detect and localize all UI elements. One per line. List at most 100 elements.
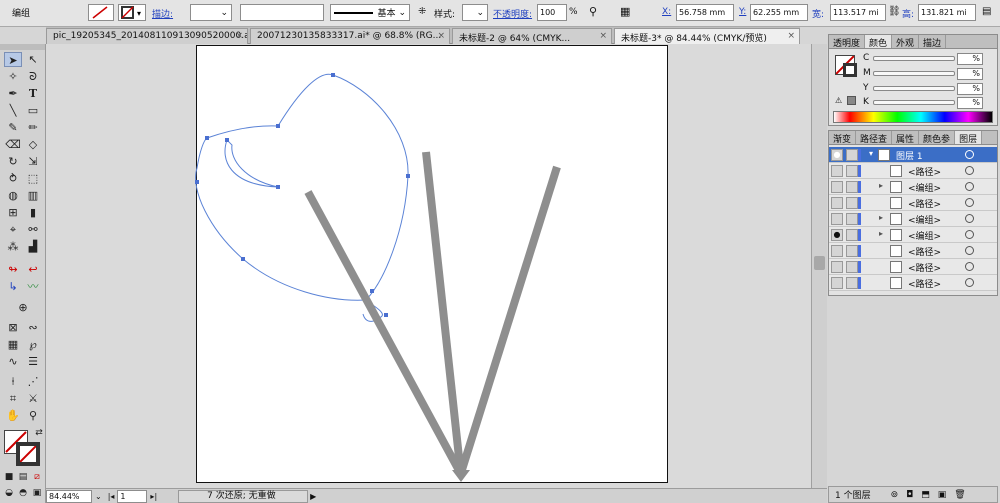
channel-y-slider[interactable] (873, 86, 955, 91)
layer-row[interactable]: <路径> (829, 275, 997, 291)
next-page-icon[interactable]: ▸| (150, 492, 157, 501)
tab-attributes[interactable]: 属性 (892, 131, 920, 145)
tab-appearance[interactable]: 外观 (892, 35, 920, 49)
first-page-icon[interactable]: |◂ (108, 492, 115, 501)
layer-thumbnail (890, 229, 902, 241)
lock-toggle-icon[interactable] (846, 229, 858, 241)
target-circle-icon[interactable] (965, 230, 974, 239)
target-circle-icon[interactable] (965, 182, 974, 191)
make-clipping-mask-icon[interactable]: ◘ (906, 490, 913, 500)
lock-toggle-icon[interactable] (846, 245, 858, 257)
tab-color-guide[interactable]: 颜色参 (919, 131, 956, 145)
visibility-eye-icon[interactable] (831, 245, 843, 257)
lock-toggle-icon[interactable] (846, 261, 858, 273)
layer-name: <编组> (908, 216, 942, 226)
tab-transparency[interactable]: 透明度 (829, 35, 866, 49)
channel-k-input[interactable]: % (957, 97, 983, 109)
sticks[interactable] (304, 151, 561, 478)
zoom-select[interactable]: 84.44% (46, 489, 92, 503)
layer-row[interactable]: <路径> (829, 259, 997, 275)
layer-thumbnail (890, 181, 902, 193)
channel-c-slider[interactable] (873, 56, 955, 61)
target-circle-icon[interactable] (965, 214, 974, 223)
status-menu-icon[interactable]: ▶ (310, 492, 316, 501)
target-circle-icon[interactable] (965, 150, 974, 159)
visibility-eye-icon[interactable] (831, 165, 843, 177)
tab-gradient[interactable]: 渐变 (829, 131, 857, 145)
layer-row[interactable]: <路径> (829, 243, 997, 259)
layer-row[interactable]: ▸ <编组> (829, 211, 997, 227)
expand-arrow-icon[interactable]: ▸ (879, 229, 883, 238)
new-layer-icon[interactable]: ▣ (938, 490, 947, 500)
target-circle-icon[interactable] (965, 166, 974, 175)
zoom-value: 84.44% (49, 491, 80, 501)
tab-stroke[interactable]: 描边 (919, 35, 947, 49)
target-circle-icon[interactable] (965, 198, 974, 207)
out-of-gamut-icon[interactable]: ⚠ (835, 96, 842, 105)
visibility-eye-icon[interactable]: ● (831, 149, 843, 161)
visibility-eye-icon[interactable] (831, 181, 843, 193)
layer-row[interactable]: ● ▾ 图层 1 (829, 147, 997, 163)
lock-toggle-icon[interactable] (846, 277, 858, 289)
heart-path[interactable] (195, 73, 409, 322)
channel-m-label: M (863, 68, 871, 78)
page-select[interactable]: 1 (117, 489, 148, 503)
target-circle-icon[interactable] (965, 262, 974, 271)
layer-row[interactable]: <路径> (829, 195, 997, 211)
layer-color-bar (858, 165, 861, 177)
gamut-swatch[interactable] (847, 96, 856, 105)
scrollbar-thumb[interactable] (814, 256, 825, 270)
stick-tip (452, 470, 470, 482)
layer-color-bar (858, 149, 861, 161)
lock-toggle-icon[interactable] (846, 149, 858, 161)
channel-k-slider[interactable] (873, 100, 955, 105)
target-circle-icon[interactable] (965, 246, 974, 255)
layer-color-bar (858, 229, 861, 241)
new-sublayer-icon[interactable]: ⬒ (921, 490, 930, 500)
expand-arrow-icon[interactable]: ▸ (879, 181, 883, 190)
layer-name: <路径> (908, 264, 942, 274)
lock-toggle-icon[interactable] (846, 165, 858, 177)
channel-m-input[interactable]: % (957, 68, 983, 80)
layer-name: <编组> (908, 184, 942, 194)
color-spectrum[interactable] (833, 111, 993, 123)
channel-y-input[interactable]: % (957, 83, 983, 95)
layer-row[interactable]: ▸ <编组> (829, 179, 997, 195)
visibility-eye-icon[interactable] (831, 277, 843, 289)
visibility-eye-icon[interactable] (831, 213, 843, 225)
locate-object-icon[interactable]: ⊚ (891, 490, 899, 500)
expand-arrow-icon[interactable]: ▸ (879, 213, 883, 222)
color-stroke-swatch[interactable] (843, 63, 857, 77)
lock-toggle-icon[interactable] (846, 197, 858, 209)
chevron-down-icon[interactable]: ⌄ (95, 492, 102, 501)
tab-color[interactable]: 颜色 (865, 35, 893, 49)
channel-m-slider[interactable] (873, 71, 955, 76)
channel-y-label: Y (863, 83, 869, 93)
visibility-eye-icon[interactable] (831, 197, 843, 209)
tab-layers[interactable]: 图层 (955, 131, 983, 145)
vertical-scrollbar[interactable] (811, 44, 827, 488)
channel-k-label: K (863, 97, 869, 107)
visibility-eye-icon[interactable]: ● (831, 229, 843, 241)
lock-toggle-icon[interactable] (846, 181, 858, 193)
layer-row[interactable]: ● ▸ <编组> (829, 227, 997, 243)
delete-layer-icon[interactable]: 🗑 (954, 490, 965, 500)
anchor-points (195, 73, 410, 317)
color-panel: 透明度 颜色 外观 描边 C % M % Y % ⚠ K % (828, 34, 998, 126)
layer-color-bar (858, 245, 861, 257)
page-value: 1 (120, 491, 126, 501)
layer-thumbnail (890, 213, 902, 225)
layer-thumbnail (890, 165, 902, 177)
target-circle-icon[interactable] (965, 278, 974, 287)
undo-status[interactable]: 7 次还原; 无重做 (178, 489, 309, 503)
layer-thumbnail (890, 245, 902, 257)
layer-count-label: 1 个图层 (835, 491, 871, 501)
visibility-eye-icon[interactable] (831, 261, 843, 273)
expand-arrow-icon[interactable]: ▾ (869, 149, 873, 158)
layer-color-bar (858, 261, 861, 273)
channel-c-input[interactable]: % (957, 53, 983, 65)
layer-row[interactable]: <路径> (829, 163, 997, 179)
tab-pathfinder[interactable]: 路径查 (856, 131, 893, 145)
lock-toggle-icon[interactable] (846, 213, 858, 225)
layer-color-bar (858, 213, 861, 225)
